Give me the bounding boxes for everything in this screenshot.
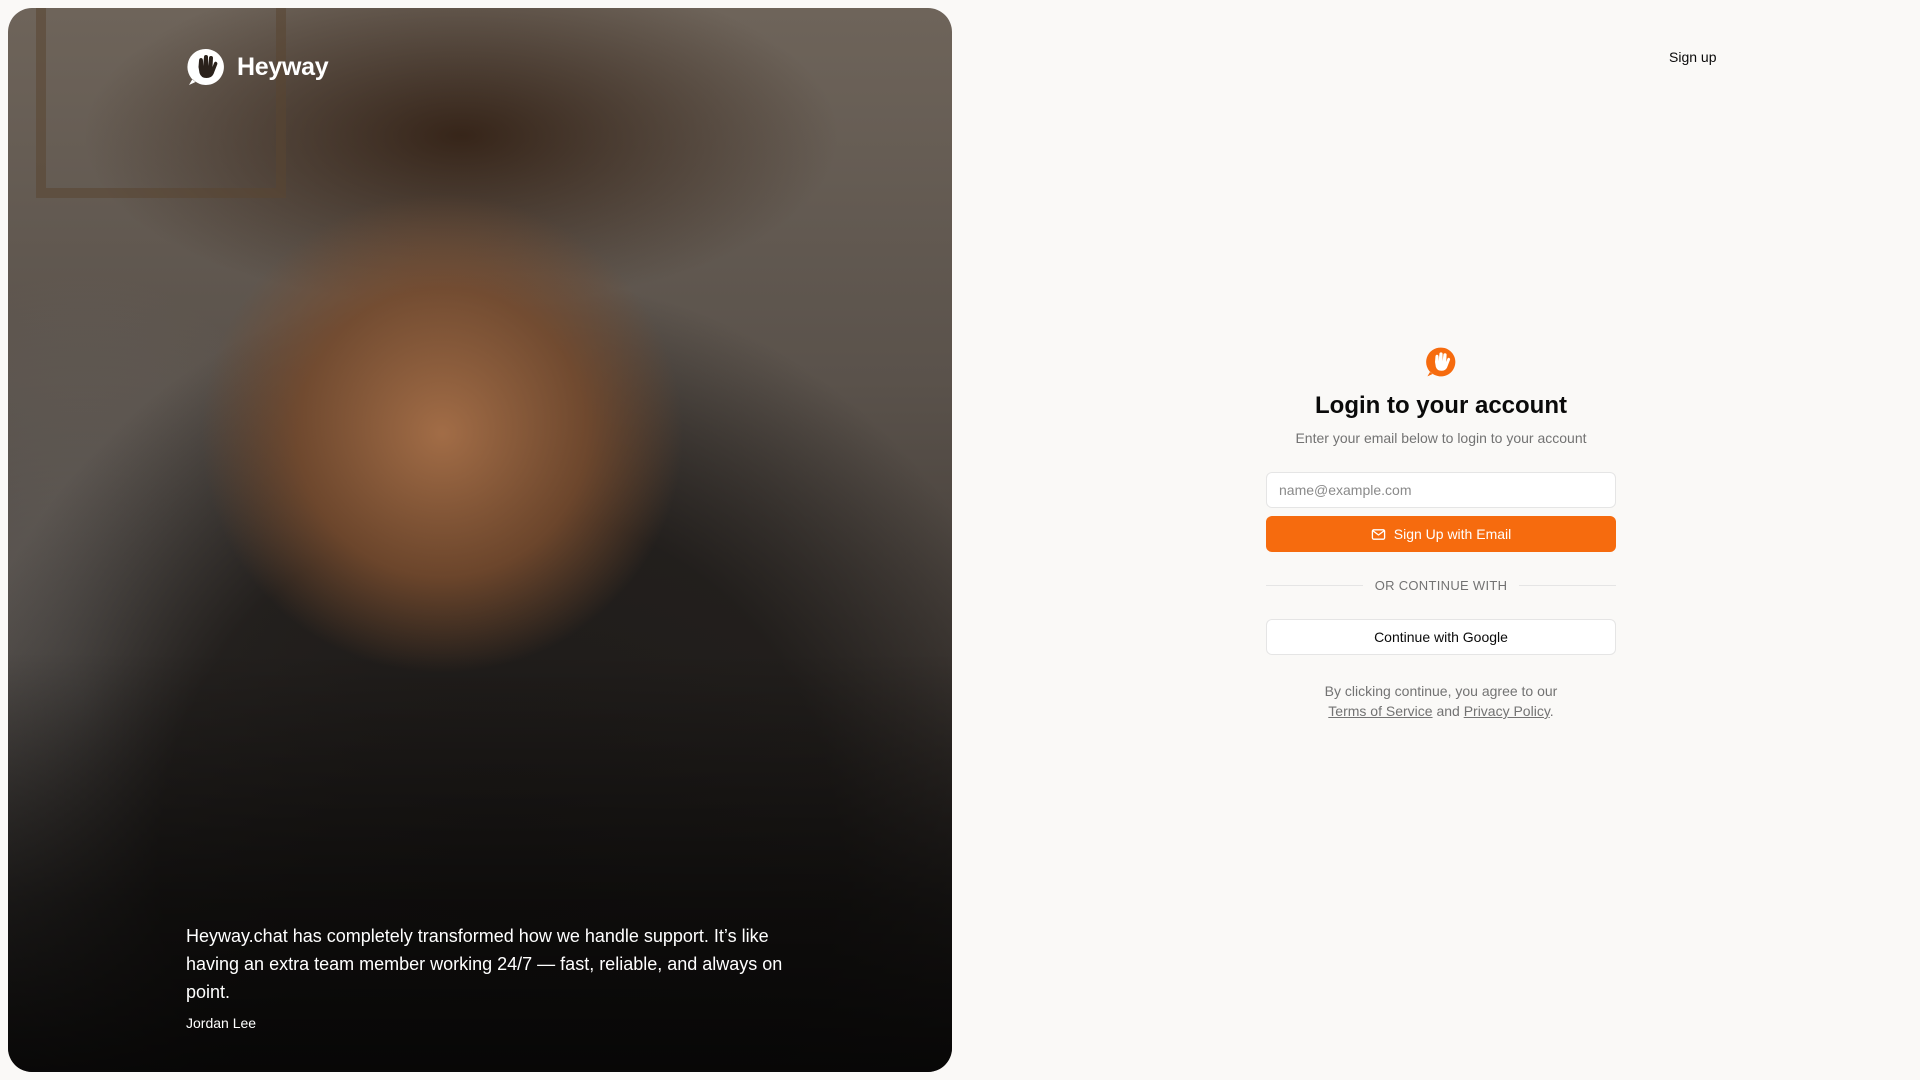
testimonial: Heyway.chat has completely transformed h… (186, 922, 786, 1031)
hero-background-frame (36, 8, 286, 198)
email-field[interactable] (1266, 472, 1616, 508)
legal-suffix: . (1549, 703, 1554, 719)
signup-link[interactable]: Sign up (1669, 49, 1716, 65)
divider-line (1519, 585, 1616, 586)
continue-with-google-button[interactable]: Continue with Google (1266, 619, 1616, 655)
brand-name: Heyway (237, 52, 329, 81)
login-form: Login to your account Enter your email b… (1266, 346, 1616, 721)
brand: Heyway (186, 47, 329, 87)
divider-label: OR CONTINUE WITH (1374, 578, 1508, 593)
waving-hand-chat-bubble-icon (1426, 347, 1456, 377)
legal-and: and (1436, 703, 1460, 719)
sign-up-with-email-label: Sign Up with Email (1393, 526, 1512, 542)
hero-panel: Heyway Heyway.chat has completely transf… (8, 8, 952, 1072)
page-title: Login to your account (1315, 392, 1567, 419)
divider: OR CONTINUE WITH (1266, 578, 1616, 593)
privacy-policy-link[interactable]: Privacy Policy (1464, 703, 1550, 719)
terms-of-service-link[interactable]: Terms of Service (1328, 703, 1432, 719)
sign-up-with-email-button[interactable]: Sign Up with Email (1266, 516, 1616, 552)
legal-notice: By clicking continue, you agree to our T… (1325, 681, 1558, 721)
divider-line (1266, 585, 1363, 586)
legal-prefix: By clicking continue, you agree to our (1324, 683, 1558, 699)
mail-icon (1371, 528, 1385, 540)
testimonial-quote: Heyway.chat has completely transformed h… (186, 926, 783, 1002)
waving-hand-chat-bubble-icon (187, 48, 224, 85)
testimonial-author: Jordan Lee (186, 1015, 257, 1031)
page-subtitle: Enter your email below to login to your … (1295, 430, 1587, 446)
